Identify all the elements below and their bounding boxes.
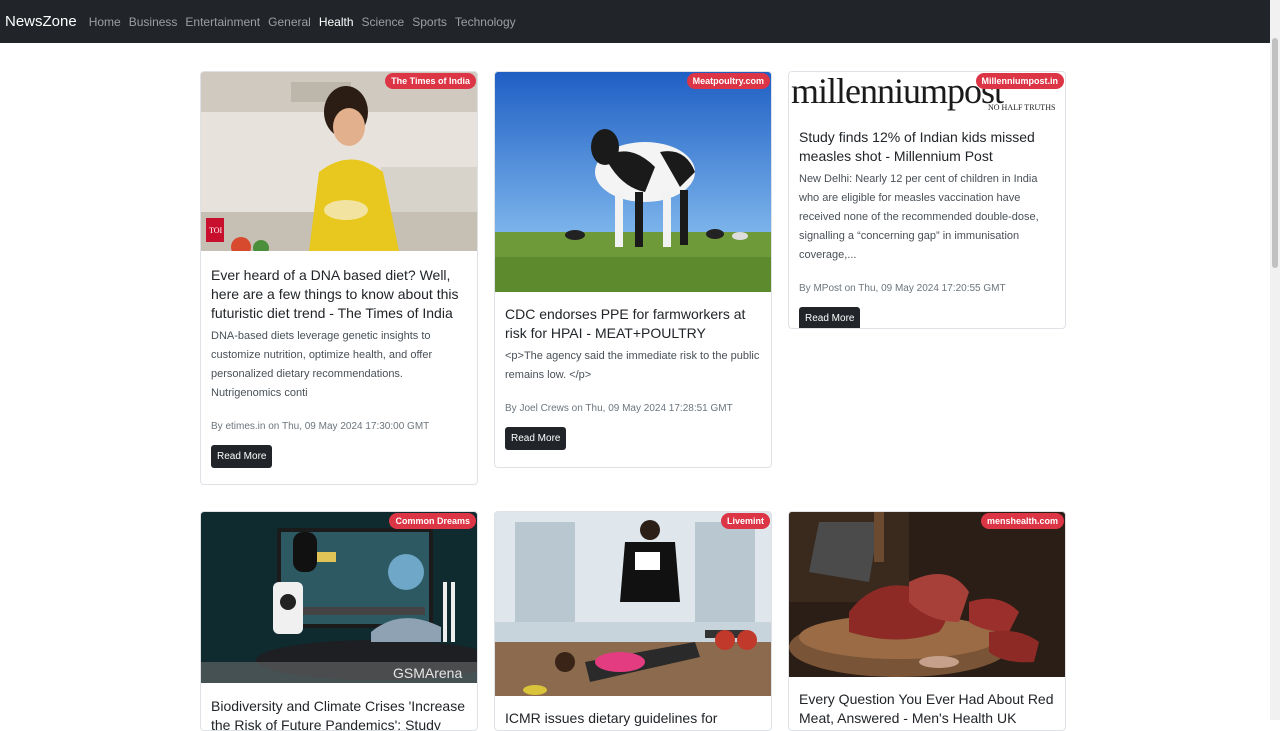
article-title: CDC endorses PPE for farmworkers at risk… <box>505 306 746 341</box>
article-description: New Delhi: Nearly 12 per cent of childre… <box>799 173 1039 261</box>
nav-item-entertainment[interactable]: Entertainment <box>185 15 260 29</box>
article-title: Every Question You Ever Had About Red Me… <box>799 691 1054 726</box>
nav-item-business[interactable]: Business <box>129 15 178 29</box>
nav-item-health[interactable]: Health <box>319 15 354 29</box>
read-more-button[interactable]: Read More <box>505 427 567 450</box>
news-card: menshealth.com Every Question You Ever H… <box>788 511 1066 731</box>
news-card: Livemint ICMR issues dietary guidelines … <box>494 511 772 731</box>
article-image: menshealth.com <box>789 512 1065 677</box>
page-scrollbar[interactable] <box>1270 0 1280 720</box>
top-navbar: NewsZone Home Business Entertainment Gen… <box>0 0 1270 43</box>
article-description: <p>The agency said the immediate risk to… <box>505 350 760 381</box>
article-title: Ever heard of a DNA based diet? Well, he… <box>211 267 459 321</box>
toi-logo: TOI <box>209 226 223 235</box>
article-byline: By etimes.in on Thu, 09 May 2024 17:30:0… <box>211 421 430 432</box>
article-image: TOI The Times of India <box>201 72 477 251</box>
nav-item-general[interactable]: General <box>268 15 311 29</box>
source-badge: menshealth.com <box>980 513 1064 529</box>
source-badge: Livemint <box>720 513 770 529</box>
scrollbar-thumb[interactable] <box>1272 38 1278 268</box>
article-image: GSMArena Common Dreams <box>201 512 477 683</box>
nav-item-science[interactable]: Science <box>362 15 405 29</box>
news-card: TOI The Times of India Ever heard of a D… <box>200 71 478 485</box>
article-image: Meatpoultry.com <box>495 72 771 292</box>
read-more-button[interactable]: Read More <box>799 307 861 328</box>
read-more-button[interactable]: Read More <box>211 445 273 468</box>
news-card: GSMArena Common Dreams Biodiversity and … <box>200 511 478 731</box>
source-badge: Common Dreams <box>389 513 476 529</box>
nav-item-technology[interactable]: Technology <box>455 15 516 29</box>
source-badge: The Times of India <box>385 73 476 89</box>
news-card: millenniumpost NO HALF TRUTHS Millennium… <box>788 71 1066 329</box>
article-title: Study finds 12% of Indian kids missed me… <box>799 129 1035 164</box>
article-title: Biodiversity and Climate Crises 'Increas… <box>211 698 465 731</box>
article-image: millenniumpost NO HALF TRUTHS Millennium… <box>789 72 1065 114</box>
article-description: DNA-based diets leverage genetic insight… <box>211 330 433 399</box>
logo-tagline: NO HALF TRUTHS <box>988 103 1056 112</box>
nav-item-sports[interactable]: Sports <box>412 15 447 29</box>
article-title: ICMR issues dietary guidelines for India… <box>505 710 718 730</box>
article-image: Livemint <box>495 512 771 696</box>
article-byline: By Joel Crews on Thu, 09 May 2024 17:28:… <box>505 403 733 414</box>
millenniumpost-logo: millenniumpost <box>791 72 1004 111</box>
gsmarena-watermark: GSMArena <box>393 665 462 681</box>
brand-logo[interactable]: NewsZone <box>5 13 77 30</box>
news-card: Meatpoultry.com CDC endorses PPE for far… <box>494 71 772 468</box>
nav-item-home[interactable]: Home <box>89 15 121 29</box>
source-badge: Millenniumpost.in <box>975 73 1064 89</box>
source-badge: Meatpoultry.com <box>686 73 770 89</box>
article-byline: By MPost on Thu, 09 May 2024 17:20:55 GM… <box>799 283 1006 294</box>
